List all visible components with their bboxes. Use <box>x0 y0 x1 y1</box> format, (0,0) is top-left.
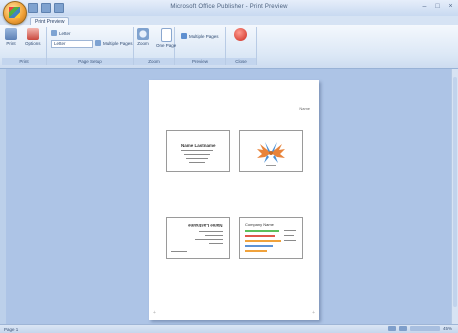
close-preview-button[interactable] <box>234 28 247 41</box>
window-title: Microsoft Office Publisher - Print Previ… <box>170 4 288 10</box>
preview-page: Name Name Lastname Name Lastname Company… <box>149 80 319 320</box>
group-label-zoom: Zoom <box>134 58 174 65</box>
preview-workspace[interactable]: Name Name Lastname Name Lastname Company… <box>6 69 458 324</box>
one-page-icon <box>160 28 172 42</box>
card-line <box>284 230 296 231</box>
card-line <box>195 239 223 240</box>
ribbon-group-preview: Multiple Pages Preview <box>175 27 226 65</box>
one-page-button[interactable]: One Page <box>156 28 176 48</box>
printer-icon <box>5 28 17 40</box>
card-company: Company Name <box>245 222 274 227</box>
card-line <box>171 251 187 252</box>
business-card-logo <box>239 130 303 172</box>
group-label-page-setup: Page Setup <box>47 58 133 65</box>
zoom-level: 45% <box>442 326 452 331</box>
page-setup-icon <box>51 30 57 36</box>
window-controls: – □ × <box>420 3 455 10</box>
card-back-name: Name Lastname <box>188 223 223 228</box>
preview-option-row[interactable]: Multiple Pages <box>181 33 219 39</box>
view-two-page-icon[interactable] <box>398 326 407 331</box>
card-line <box>184 154 210 155</box>
group-label-close: Close <box>226 58 256 65</box>
card-line <box>205 235 223 236</box>
ribbon-group-print: Print Options Print <box>2 27 47 65</box>
multiple-pages-icon <box>95 40 101 46</box>
card-color-line <box>245 245 273 247</box>
minimize-icon[interactable]: – <box>420 3 429 10</box>
view-normal-icon[interactable] <box>387 326 396 331</box>
card-line <box>186 158 208 159</box>
maximize-icon[interactable]: □ <box>433 3 442 10</box>
status-right: 45% <box>387 326 452 331</box>
close-preview-icon <box>234 28 247 41</box>
business-card-details: Company Name <box>239 217 303 259</box>
crop-mark: + <box>312 310 315 316</box>
business-card-back: Name Lastname <box>166 217 230 259</box>
zoom-button[interactable]: Zoom <box>137 28 149 46</box>
crop-mark: + <box>153 310 156 316</box>
status-bar: Page 1 45% <box>0 324 458 333</box>
scrollbar-thumb[interactable] <box>453 77 457 307</box>
title-bar: Microsoft Office Publisher - Print Previ… <box>0 0 458 17</box>
options-button[interactable]: Options <box>25 28 41 46</box>
ribbon: Print Options Print Letter Letter Multip… <box>0 25 458 69</box>
preview-icon <box>181 33 187 39</box>
vertical-scrollbar[interactable] <box>451 69 458 324</box>
group-label-print: Print <box>2 58 46 65</box>
card-line <box>181 150 213 151</box>
close-icon[interactable]: × <box>446 3 455 10</box>
app-window: Microsoft Office Publisher - Print Previ… <box>0 0 458 333</box>
paper-size-combo[interactable]: Letter <box>51 40 93 48</box>
logo-icon <box>257 142 285 166</box>
status-page: Page 1 <box>4 327 19 332</box>
office-button[interactable] <box>3 1 27 25</box>
card-color-line <box>245 240 281 242</box>
card-name: Name Lastname <box>181 143 216 148</box>
ribbon-tab-row: Print Preview <box>0 16 458 26</box>
card-color-line <box>245 230 279 232</box>
business-card-front: Name Lastname <box>166 130 230 172</box>
card-line <box>284 235 294 236</box>
card-color-line <box>245 250 267 252</box>
card-line <box>199 231 223 232</box>
print-button[interactable]: Print <box>5 28 17 46</box>
card-line <box>284 240 296 241</box>
multiple-pages-row[interactable]: Multiple Pages <box>95 40 133 46</box>
magnifier-icon <box>137 28 149 40</box>
page-setup-row[interactable]: Letter <box>51 30 71 36</box>
options-icon <box>26 28 39 40</box>
card-color-line <box>245 235 275 237</box>
zoom-slider[interactable] <box>409 326 440 331</box>
page-header-text: Name <box>299 106 310 111</box>
ribbon-group-close: Close <box>226 27 257 65</box>
ribbon-group-zoom: Zoom One Page Zoom <box>134 27 176 65</box>
office-logo-icon <box>9 7 20 18</box>
ribbon-group-page-setup: Letter Letter Multiple Pages Page Setup <box>47 27 134 65</box>
group-label-preview: Preview <box>175 58 225 65</box>
card-line <box>209 243 223 244</box>
card-line <box>189 162 205 163</box>
